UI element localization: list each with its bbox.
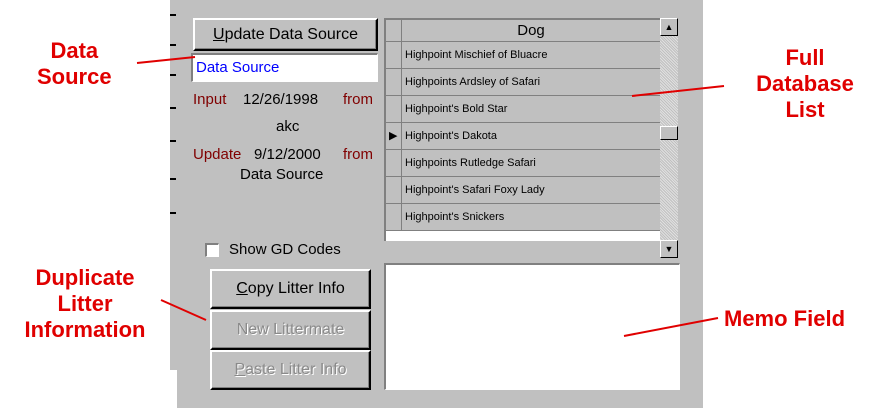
pointer-line — [623, 317, 719, 337]
pointer-line — [631, 85, 725, 97]
pointer-line — [160, 299, 207, 321]
pointer-line — [136, 56, 196, 64]
annotation-lines — [136, 56, 725, 337]
